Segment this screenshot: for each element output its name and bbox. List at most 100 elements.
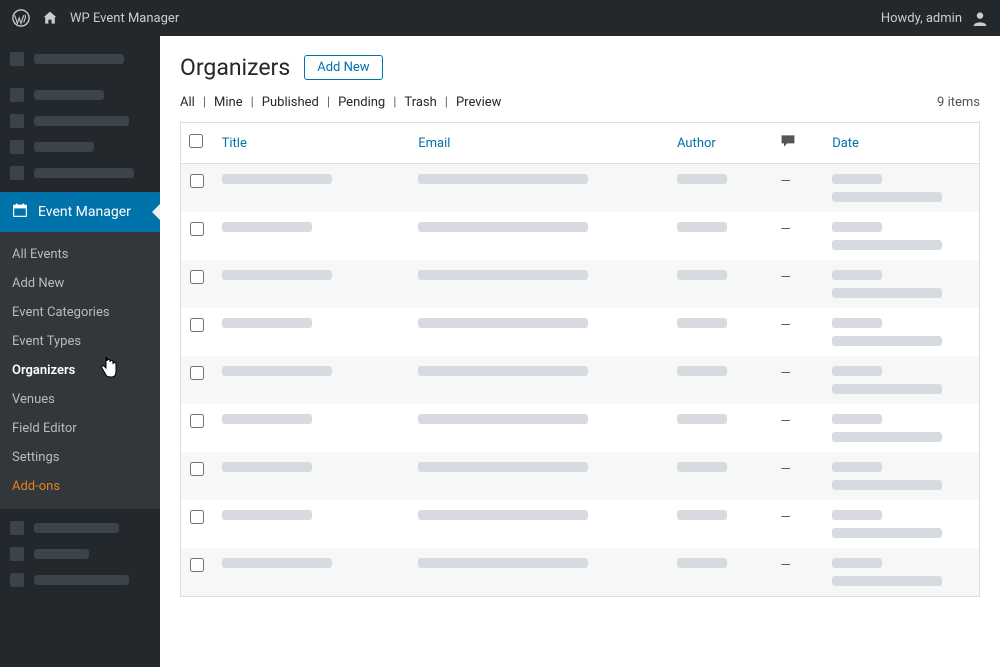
author-placeholder (677, 558, 727, 568)
row-checkbox[interactable] (190, 558, 204, 572)
organizers-table: Title Email Author Date — — (180, 122, 980, 597)
row-checkbox[interactable] (190, 222, 204, 236)
comment-dash: — (780, 318, 790, 333)
email-placeholder (418, 318, 588, 328)
author-placeholder (677, 270, 727, 280)
email-placeholder (418, 414, 588, 424)
table-row: — (181, 260, 980, 308)
date-placeholder (832, 174, 971, 202)
date-placeholder (832, 318, 971, 346)
date-placeholder (832, 414, 971, 442)
admin-topbar: WP Event Manager Howdy, admin (0, 0, 1000, 36)
submenu-item-all-events[interactable]: All Events (0, 240, 160, 269)
calendar-icon (12, 202, 28, 222)
title-placeholder (222, 462, 312, 472)
title-placeholder (222, 510, 312, 520)
main-content: Organizers Add New All | Mine | Publishe… (160, 36, 1000, 667)
col-header-author[interactable]: Author (669, 123, 772, 164)
author-placeholder (677, 222, 727, 232)
comment-icon (780, 138, 796, 153)
page-title: Organizers (180, 54, 290, 81)
email-placeholder (418, 366, 588, 376)
date-placeholder (832, 366, 971, 394)
comment-dash: — (780, 414, 790, 429)
email-placeholder (418, 270, 588, 280)
title-placeholder (222, 222, 312, 232)
table-row: — (181, 308, 980, 356)
email-placeholder (418, 558, 588, 568)
table-row: — (181, 356, 980, 404)
submenu-item-event-types[interactable]: Event Types (0, 327, 160, 356)
comment-dash: — (780, 510, 790, 525)
site-title[interactable]: WP Event Manager (70, 11, 179, 26)
submenu-item-field-editor[interactable]: Field Editor (0, 414, 160, 443)
comment-dash: — (780, 558, 790, 573)
table-row: — (181, 548, 980, 597)
author-placeholder (677, 414, 727, 424)
table-row: — (181, 164, 980, 213)
comment-dash: — (780, 174, 790, 189)
title-placeholder (222, 558, 332, 568)
email-placeholder (418, 510, 588, 520)
table-row: — (181, 404, 980, 452)
comment-dash: — (780, 222, 790, 237)
title-placeholder (222, 318, 312, 328)
sidebar-item-event-manager[interactable]: Event Manager (0, 192, 160, 232)
sidebar-submenu: All Events Add New Event Categories Even… (0, 232, 160, 509)
row-checkbox[interactable] (190, 270, 204, 284)
email-placeholder (418, 174, 588, 184)
filter-links: All | Mine | Published | Pending | Trash… (180, 95, 501, 110)
user-avatar-icon[interactable] (972, 10, 988, 26)
filter-preview[interactable]: Preview (456, 95, 501, 110)
email-placeholder (418, 222, 588, 232)
submenu-item-organizers[interactable]: Organizers (0, 356, 160, 385)
table-row: — (181, 452, 980, 500)
col-header-title[interactable]: Title (214, 123, 411, 164)
author-placeholder (677, 510, 727, 520)
select-all-checkbox[interactable] (189, 134, 203, 148)
filter-trash[interactable]: Trash (404, 95, 436, 110)
author-placeholder (677, 366, 727, 376)
title-placeholder (222, 174, 332, 184)
date-placeholder (832, 462, 971, 490)
author-placeholder (677, 318, 727, 328)
filter-pending[interactable]: Pending (338, 95, 385, 110)
row-checkbox[interactable] (190, 414, 204, 428)
item-count: 9 items (937, 95, 980, 110)
date-placeholder (832, 558, 971, 586)
row-checkbox[interactable] (190, 366, 204, 380)
add-new-button[interactable]: Add New (304, 55, 382, 80)
row-checkbox[interactable] (190, 318, 204, 332)
comment-dash: — (780, 366, 790, 381)
submenu-item-settings[interactable]: Settings (0, 443, 160, 472)
comment-dash: — (780, 270, 790, 285)
admin-sidebar: Event Manager All Events Add New Event C… (0, 36, 160, 667)
row-checkbox[interactable] (190, 462, 204, 476)
wordpress-logo-icon[interactable] (12, 9, 30, 27)
title-placeholder (222, 414, 312, 424)
filter-mine[interactable]: Mine (214, 95, 243, 110)
col-header-comments[interactable] (772, 123, 824, 164)
sidebar-active-label: Event Manager (38, 204, 131, 220)
author-placeholder (677, 174, 727, 184)
table-row: — (181, 212, 980, 260)
comment-dash: — (780, 462, 790, 477)
greeting-text[interactable]: Howdy, admin (881, 11, 962, 26)
date-placeholder (832, 270, 971, 298)
submenu-item-venues[interactable]: Venues (0, 385, 160, 414)
row-checkbox[interactable] (190, 510, 204, 524)
submenu-item-event-categories[interactable]: Event Categories (0, 298, 160, 327)
row-checkbox[interactable] (190, 174, 204, 188)
col-header-date[interactable]: Date (824, 123, 979, 164)
date-placeholder (832, 222, 971, 250)
filter-published[interactable]: Published (262, 95, 319, 110)
submenu-item-add-new[interactable]: Add New (0, 269, 160, 298)
author-placeholder (677, 462, 727, 472)
title-placeholder (222, 366, 332, 376)
email-placeholder (418, 462, 588, 472)
col-header-email[interactable]: Email (410, 123, 669, 164)
filter-all[interactable]: All (180, 95, 195, 110)
home-icon[interactable] (42, 10, 58, 26)
table-row: — (181, 500, 980, 548)
submenu-item-add-ons[interactable]: Add-ons (0, 472, 160, 501)
